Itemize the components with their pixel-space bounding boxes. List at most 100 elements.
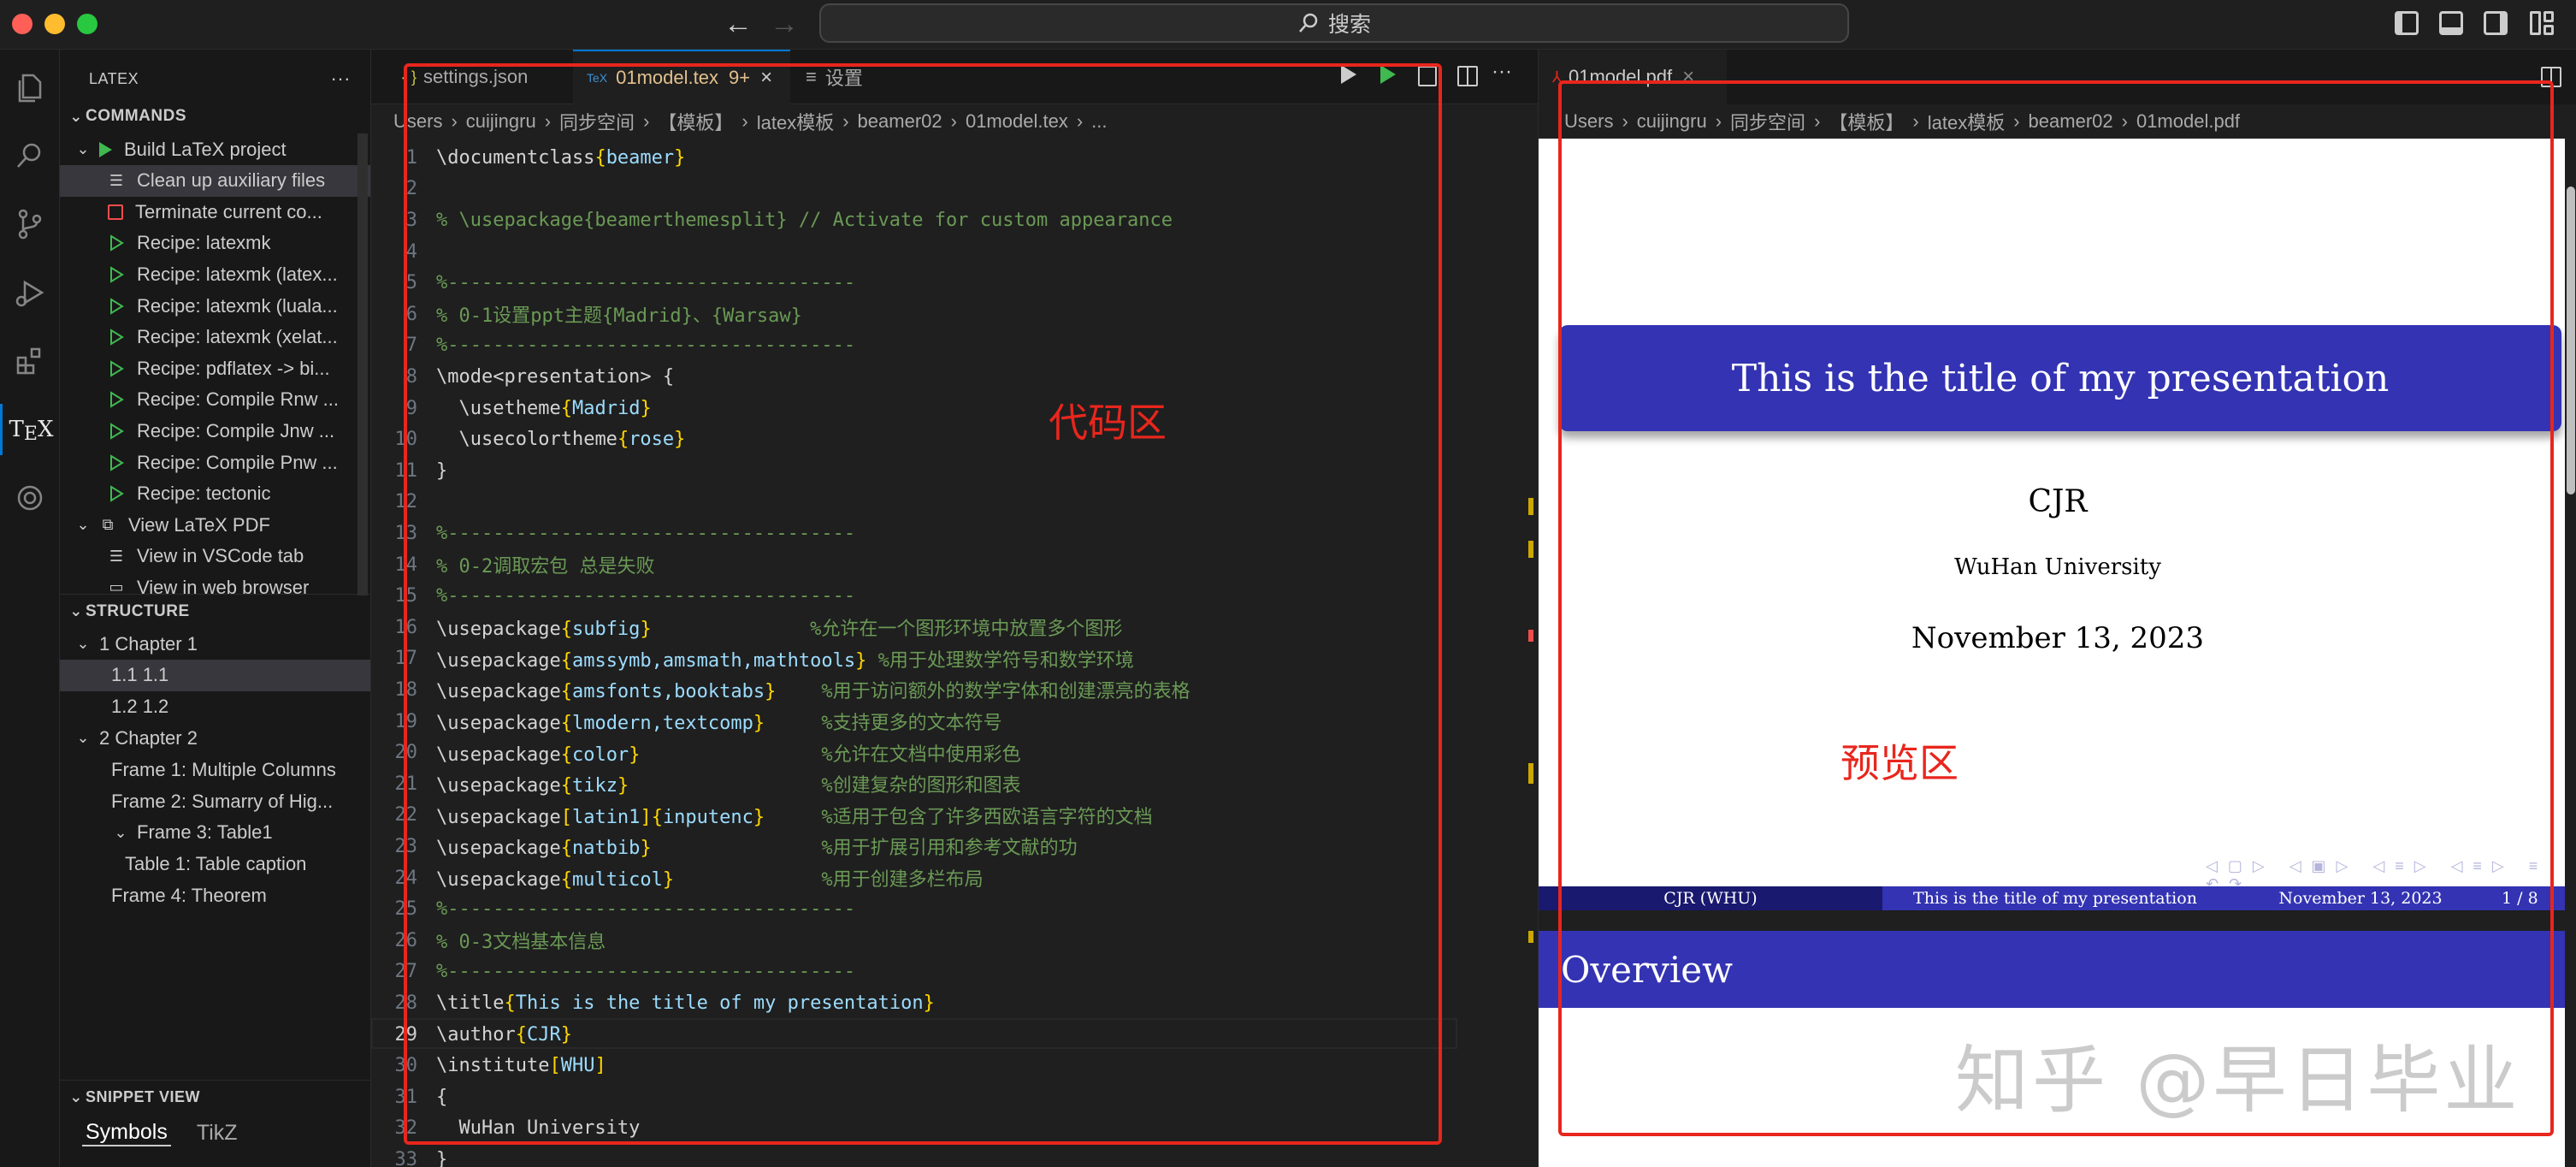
structure-item[interactable]: 1.1 1.1 bbox=[60, 659, 370, 691]
command-label: Terminate current co... bbox=[135, 200, 322, 222]
structure-item[interactable]: ⌄ 2 Chapter 2 bbox=[60, 722, 370, 754]
list-icon: ☰ bbox=[109, 171, 124, 189]
structure-item[interactable]: Frame 4: Theorem bbox=[60, 880, 370, 911]
toggle-panel-icon[interactable] bbox=[2439, 11, 2463, 35]
explorer-icon[interactable] bbox=[0, 62, 60, 113]
command-item[interactable]: ⌄ Build LaTeX project bbox=[60, 133, 370, 165]
structure-label: Frame 4: Theorem bbox=[111, 884, 267, 906]
command-item[interactable]: ☰ Clean up auxiliary files bbox=[60, 164, 370, 197]
command-label: View LaTeX PDF bbox=[128, 513, 270, 536]
stop-icon bbox=[108, 204, 123, 220]
play-outline-icon bbox=[108, 329, 125, 346]
preview-icon: ⧉ bbox=[102, 516, 114, 534]
snippet-tabs: Symbols TikZ bbox=[60, 1114, 370, 1152]
chatgpt-icon[interactable] bbox=[0, 472, 60, 524]
search-icon[interactable] bbox=[0, 130, 60, 181]
editor-scroll-ruler[interactable] bbox=[1516, 139, 1538, 1167]
latex-sidebar: LATEX ··· ⌄ COMMANDS ⌄ Build LaTeX project… bbox=[60, 50, 371, 1167]
snippet-view-header[interactable]: ⌄ SNIPPET VIEW bbox=[60, 1080, 370, 1114]
structure-label: 1.2 1.2 bbox=[111, 696, 169, 718]
line-number: 33 bbox=[394, 1148, 418, 1167]
command-item[interactable]: Terminate current co... bbox=[60, 196, 370, 228]
extensions-icon[interactable] bbox=[0, 335, 60, 387]
play-outline-icon bbox=[108, 423, 125, 440]
structure-item[interactable]: Frame 1: Multiple Columns bbox=[60, 754, 370, 785]
sidebar-scrollbar[interactable] bbox=[357, 133, 368, 595]
command-item[interactable]: Recipe: latexmk (latex... bbox=[60, 258, 370, 290]
command-label: Recipe: Compile Rnw ... bbox=[137, 388, 339, 411]
pdf-scrollbar-thumb[interactable] bbox=[2567, 187, 2575, 495]
forward-arrow-icon[interactable]: → bbox=[770, 5, 799, 43]
structure-label: Frame 1: Multiple Columns bbox=[111, 758, 336, 780]
structure-item[interactable]: ⌄ 1 Chapter 1 bbox=[60, 628, 370, 660]
pdf-scrollbar[interactable] bbox=[2565, 139, 2576, 1167]
command-label: View in VSCode tab bbox=[137, 545, 304, 567]
vscode-window: { "titlebar":{"search":"搜索"}, "sidebar":… bbox=[0, 0, 2576, 1167]
command-label: Clean up auxiliary files bbox=[137, 169, 326, 192]
play-outline-icon bbox=[108, 485, 125, 502]
command-center-search[interactable]: 搜索 bbox=[819, 3, 1849, 43]
close-window-button[interactable] bbox=[12, 14, 32, 34]
preview-area-annotation-box bbox=[1558, 80, 2554, 1136]
structure-item[interactable]: ⌄ Frame 3: Table1 bbox=[60, 817, 370, 849]
ruler-marker bbox=[1528, 763, 1533, 784]
command-label: Recipe: latexmk bbox=[137, 232, 271, 254]
title-bar: ← → 搜索 bbox=[0, 0, 2576, 50]
structure-label: Frame 3: Table1 bbox=[137, 821, 273, 844]
command-item[interactable]: Recipe: latexmk (xelat... bbox=[60, 322, 370, 353]
code-line[interactable]: 33} bbox=[371, 1144, 1538, 1167]
command-item[interactable]: ⌄ ⧉ View LaTeX PDF bbox=[60, 509, 370, 541]
split-editor-icon[interactable] bbox=[1457, 66, 1478, 86]
play-outline-icon bbox=[108, 391, 125, 409]
minimize-window-button[interactable] bbox=[44, 14, 65, 34]
play-outline-icon bbox=[108, 453, 125, 471]
command-item[interactable]: Recipe: pdflatex -> bi... bbox=[60, 352, 370, 384]
command-label: Recipe: latexmk (latex... bbox=[137, 263, 338, 285]
tab-symbols[interactable]: Symbols bbox=[82, 1120, 171, 1146]
line-code: } bbox=[436, 1148, 448, 1167]
structure-item[interactable]: Frame 2: Sumarry of Hig... bbox=[60, 785, 370, 817]
structure-item[interactable]: 1.2 1.2 bbox=[60, 691, 370, 723]
structure-label: Table 1: Table caption bbox=[125, 853, 307, 875]
command-item[interactable]: Recipe: latexmk (luala... bbox=[60, 290, 370, 322]
commands-header-label: COMMANDS bbox=[86, 107, 186, 125]
play-outline-icon bbox=[108, 359, 125, 377]
toggle-secondary-sidebar-icon[interactable] bbox=[2484, 11, 2508, 35]
sidebar-title: LATEX ··· bbox=[60, 62, 370, 96]
play-icon bbox=[99, 141, 112, 157]
structure-label: 1 Chapter 1 bbox=[99, 632, 198, 655]
search-label: 搜索 bbox=[1327, 13, 1371, 37]
ruler-marker bbox=[1528, 630, 1533, 642]
back-arrow-icon[interactable]: ← bbox=[724, 5, 753, 43]
play-outline-icon bbox=[108, 266, 125, 283]
preview-area-label: 预览区 bbox=[1840, 740, 1959, 786]
source-control-icon[interactable] bbox=[0, 198, 60, 250]
tab-tikz[interactable]: TikZ bbox=[197, 1121, 238, 1146]
chevron-down-icon: ⌄ bbox=[114, 823, 127, 841]
chevron-down-icon: ⌄ bbox=[69, 602, 83, 619]
customize-layout-icon[interactable] bbox=[2530, 11, 2554, 35]
chevron-down-icon: ⌄ bbox=[76, 516, 90, 534]
command-item[interactable]: Recipe: Compile Rnw ... bbox=[60, 384, 370, 416]
toggle-sidebar-icon[interactable] bbox=[2395, 11, 2419, 35]
command-item[interactable]: Recipe: Compile Pnw ... bbox=[60, 447, 370, 478]
chevron-down-icon: ⌄ bbox=[76, 729, 90, 747]
command-item[interactable]: Recipe: Compile Jnw ... bbox=[60, 415, 370, 447]
zoom-window-button[interactable] bbox=[77, 14, 97, 34]
command-item[interactable]: ☰ View in VSCode tab bbox=[60, 541, 370, 572]
ruler-marker bbox=[1528, 931, 1533, 943]
more-actions-icon[interactable]: ··· bbox=[331, 68, 351, 90]
chevron-down-icon: ⌄ bbox=[76, 140, 90, 157]
more-actions-icon[interactable]: ··· bbox=[1492, 60, 1512, 84]
command-item[interactable]: Recipe: latexmk bbox=[60, 228, 370, 259]
commands-section-header[interactable]: ⌄ COMMANDS bbox=[60, 99, 370, 133]
tex-icon[interactable]: TEX bbox=[0, 404, 60, 455]
command-item[interactable]: Recipe: tectonic bbox=[60, 478, 370, 510]
structure-item[interactable]: Table 1: Table caption bbox=[60, 849, 370, 880]
command-label: Recipe: tectonic bbox=[137, 483, 271, 505]
run-debug-icon[interactable] bbox=[0, 267, 60, 318]
list-icon: ☰ bbox=[109, 547, 124, 565]
chevron-down-icon: ⌄ bbox=[76, 635, 90, 652]
chevron-down-icon: ⌄ bbox=[69, 1088, 83, 1105]
structure-section-header[interactable]: ⌄ STRUCTURE bbox=[60, 594, 370, 628]
